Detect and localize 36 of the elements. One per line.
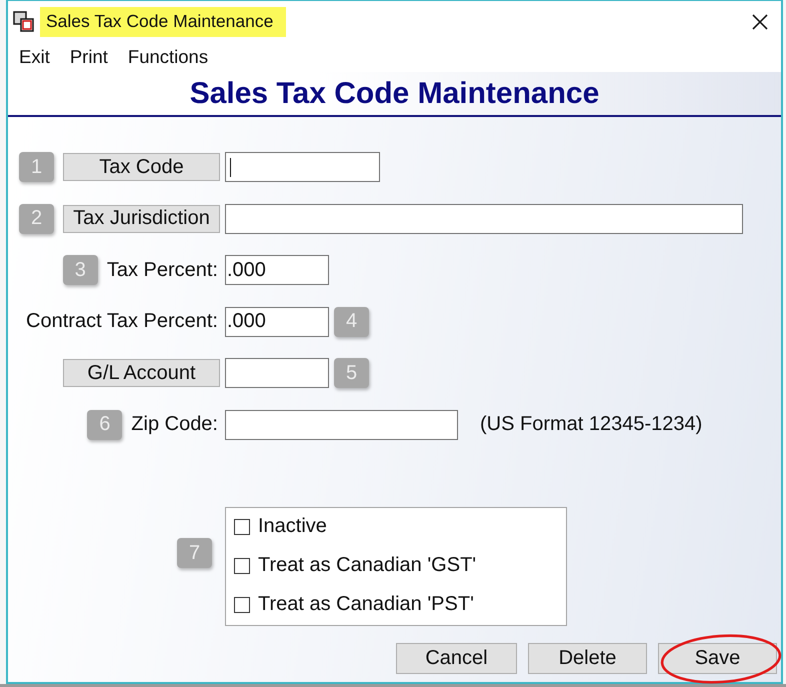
action-button[interactable]: Delete (528, 643, 647, 674)
checkbox[interactable] (234, 558, 250, 574)
input-field[interactable]: .000 (225, 306, 329, 336)
checkbox-label[interactable]: Treat as Canadian 'PST' (258, 593, 474, 616)
field-label-button[interactable]: Tax Code (63, 153, 220, 181)
step-number: 7 (177, 538, 212, 568)
input-field[interactable] (225, 358, 329, 388)
close-icon[interactable] (752, 14, 768, 30)
menu-item[interactable]: Print (70, 46, 108, 68)
input-field[interactable]: .000 (225, 255, 329, 285)
action-button[interactable]: Cancel (396, 643, 517, 674)
field-label: Contract Tax Percent: (26, 310, 218, 333)
field-label: Tax Percent: (106, 258, 218, 282)
window-title: Sales Tax Code Maintenance (40, 6, 286, 36)
step-number: 2 (19, 204, 54, 234)
step-number: 1 (19, 152, 54, 182)
menu-item[interactable]: Functions (128, 46, 208, 68)
form-title: Sales Tax Code Maintenance (190, 76, 600, 110)
field-label-button[interactable]: G/L Account (63, 359, 220, 387)
checkbox[interactable] (234, 518, 250, 534)
checkbox[interactable] (234, 596, 250, 612)
input-field[interactable] (225, 152, 380, 182)
input-field[interactable] (225, 204, 743, 234)
input-field[interactable] (225, 410, 458, 440)
step-number: 3 (62, 255, 98, 285)
checkbox-label[interactable]: Inactive (258, 515, 327, 538)
step-number: 4 (334, 306, 369, 336)
step-number: 5 (334, 358, 369, 388)
format-hint: (US Format 12345-1234) (480, 413, 702, 436)
app-icon (13, 10, 35, 32)
menu-item[interactable]: Exit (19, 46, 50, 68)
checkbox-label[interactable]: Treat as Canadian 'GST' (258, 554, 476, 577)
field-label: Zip Code: (131, 413, 218, 436)
action-button[interactable]: Save (658, 643, 777, 674)
field-label-button[interactable]: Tax Jurisdiction (63, 204, 220, 232)
step-number: 6 (87, 410, 122, 440)
